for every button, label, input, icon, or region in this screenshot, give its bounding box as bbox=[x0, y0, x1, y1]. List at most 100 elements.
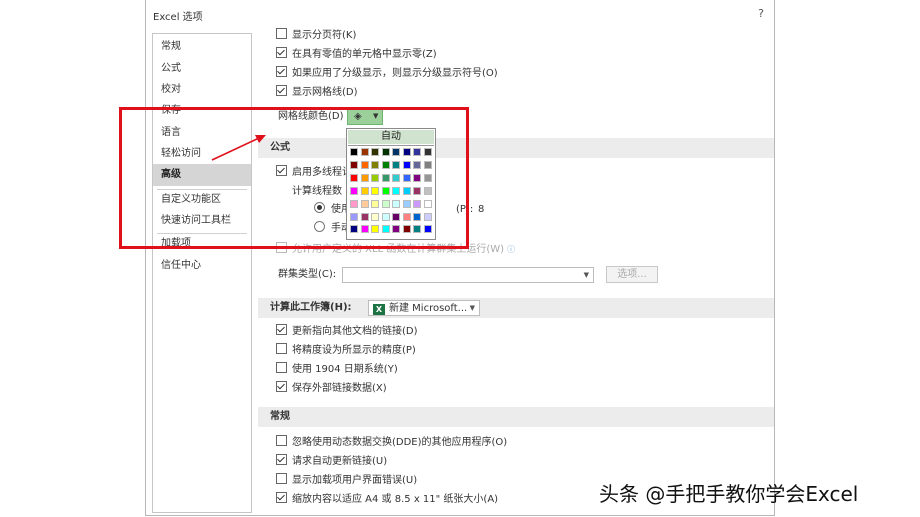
color-swatch[interactable] bbox=[423, 225, 432, 234]
update-links-option[interactable]: 更新指向其他文档的链接(D) bbox=[276, 324, 418, 340]
color-swatch[interactable] bbox=[423, 199, 432, 208]
save-links-option[interactable]: 保存外部链接数据(X) bbox=[276, 381, 387, 397]
color-swatch[interactable] bbox=[350, 160, 358, 169]
color-swatch[interactable] bbox=[392, 160, 400, 169]
color-swatch[interactable] bbox=[423, 148, 432, 156]
precision-option[interactable]: 将精度设为所显示的精度(P) bbox=[276, 343, 416, 359]
ignore-dde-option[interactable]: 忽略使用动态数据交换(DDE)的其他应用程序(O) bbox=[276, 435, 507, 451]
addin-errors-checkbox[interactable] bbox=[276, 473, 287, 484]
nav-item-save[interactable]: 保存 bbox=[153, 100, 251, 122]
color-swatch[interactable] bbox=[402, 186, 411, 195]
precision-checkbox[interactable] bbox=[276, 343, 287, 354]
nav-item-addins[interactable]: 加载项 bbox=[153, 233, 251, 255]
color-swatch[interactable] bbox=[402, 225, 411, 234]
nav-item-formulas[interactable]: 公式 bbox=[153, 58, 251, 80]
color-swatch[interactable] bbox=[392, 212, 400, 221]
save-links-checkbox[interactable] bbox=[276, 381, 287, 392]
nav-item-language[interactable]: 语言 bbox=[153, 122, 251, 144]
color-swatch[interactable] bbox=[360, 186, 369, 195]
color-swatch[interactable] bbox=[371, 199, 379, 208]
date1904-checkbox[interactable] bbox=[276, 362, 287, 373]
color-swatch[interactable] bbox=[423, 186, 432, 195]
color-swatch[interactable] bbox=[413, 148, 421, 156]
color-swatch[interactable] bbox=[413, 225, 421, 234]
color-swatch[interactable] bbox=[423, 212, 432, 221]
color-swatch[interactable] bbox=[360, 148, 369, 156]
color-swatch[interactable] bbox=[371, 148, 379, 156]
auto-update-links-checkbox[interactable] bbox=[276, 454, 287, 465]
outline-symbols-checkbox[interactable] bbox=[276, 66, 287, 77]
color-swatch[interactable] bbox=[350, 173, 358, 182]
scale-content-checkbox[interactable] bbox=[276, 492, 287, 503]
color-swatch[interactable] bbox=[381, 186, 390, 195]
color-swatch[interactable] bbox=[381, 212, 390, 221]
color-swatch[interactable] bbox=[392, 225, 400, 234]
color-swatch[interactable] bbox=[402, 160, 411, 169]
color-swatch[interactable] bbox=[402, 173, 411, 182]
color-swatch[interactable] bbox=[360, 173, 369, 182]
multithread-checkbox[interactable] bbox=[276, 165, 287, 176]
color-swatch[interactable] bbox=[392, 148, 400, 156]
color-swatch[interactable] bbox=[423, 160, 432, 169]
color-swatch[interactable] bbox=[360, 212, 369, 221]
addin-errors-option[interactable]: 显示加载项用户界面错误(U) bbox=[276, 473, 417, 489]
outline-symbols-option[interactable]: 如果应用了分级显示，则显示分级显示符号(O) bbox=[276, 66, 498, 82]
color-swatch[interactable] bbox=[381, 225, 390, 234]
color-swatch[interactable] bbox=[423, 173, 432, 182]
multithread-option[interactable]: 启用多线程计 bbox=[276, 165, 352, 181]
color-swatch[interactable] bbox=[392, 186, 400, 195]
color-swatch[interactable] bbox=[381, 199, 390, 208]
color-swatch[interactable] bbox=[350, 212, 358, 221]
gridline-color-button[interactable]: ◈ ▼ bbox=[347, 108, 383, 125]
use-all-processors-radio[interactable] bbox=[314, 202, 325, 213]
scale-content-option[interactable]: 缩放内容以适应 A4 或 8.5 x 11" 纸张大小(A) bbox=[276, 492, 498, 508]
color-swatch[interactable] bbox=[350, 186, 358, 195]
nav-item-advanced[interactable]: 高级 bbox=[153, 164, 251, 186]
page-breaks-checkbox[interactable] bbox=[276, 28, 287, 39]
color-swatch[interactable] bbox=[371, 173, 379, 182]
nav-item-quick-access-toolbar[interactable]: 快速访问工具栏 bbox=[153, 210, 251, 232]
color-swatch[interactable] bbox=[360, 225, 369, 234]
color-swatch[interactable] bbox=[371, 186, 379, 195]
color-swatch[interactable] bbox=[350, 225, 358, 234]
color-swatch[interactable] bbox=[413, 173, 421, 182]
color-swatch[interactable] bbox=[402, 212, 411, 221]
color-swatch[interactable] bbox=[413, 212, 421, 221]
zero-values-checkbox[interactable] bbox=[276, 47, 287, 58]
nav-item-accessibility[interactable]: 轻松访问 bbox=[153, 143, 251, 165]
color-swatch[interactable] bbox=[413, 186, 421, 195]
color-swatch[interactable] bbox=[413, 199, 421, 208]
nav-item-proofing[interactable]: 校对 bbox=[153, 79, 251, 101]
color-swatch[interactable] bbox=[402, 148, 411, 156]
nav-item-customize-ribbon[interactable]: 自定义功能区 bbox=[153, 189, 251, 211]
color-swatch[interactable] bbox=[402, 199, 411, 208]
color-swatch[interactable] bbox=[381, 148, 390, 156]
cluster-options-button[interactable]: 选项... bbox=[606, 266, 658, 283]
color-swatch[interactable] bbox=[350, 148, 358, 156]
palette-auto-option[interactable]: 自动 bbox=[348, 130, 434, 144]
color-swatch[interactable] bbox=[360, 160, 369, 169]
color-swatch[interactable] bbox=[392, 199, 400, 208]
manual-threads-radio[interactable] bbox=[314, 221, 325, 232]
cluster-type-select[interactable]: ▼ bbox=[342, 267, 594, 283]
color-swatch[interactable] bbox=[381, 160, 390, 169]
color-swatch[interactable] bbox=[371, 160, 379, 169]
auto-update-links-option[interactable]: 请求自动更新链接(U) bbox=[276, 454, 387, 470]
color-swatch[interactable] bbox=[392, 173, 400, 182]
color-swatch[interactable] bbox=[371, 225, 379, 234]
gridlines-checkbox[interactable] bbox=[276, 85, 287, 96]
page-breaks-option[interactable]: 显示分页符(K) bbox=[276, 28, 356, 44]
date1904-option[interactable]: 使用 1904 日期系统(Y) bbox=[276, 362, 398, 378]
ignore-dde-checkbox[interactable] bbox=[276, 435, 287, 446]
gridlines-option[interactable]: 显示网格线(D) bbox=[276, 85, 358, 101]
color-swatch[interactable] bbox=[350, 199, 358, 208]
nav-item-trust-center[interactable]: 信任中心 bbox=[153, 255, 251, 277]
color-swatch[interactable] bbox=[381, 173, 390, 182]
nav-item-general[interactable]: 常规 bbox=[153, 36, 251, 58]
color-swatch[interactable] bbox=[413, 160, 421, 169]
color-swatch[interactable] bbox=[360, 199, 369, 208]
zero-values-option[interactable]: 在具有零值的单元格中显示零(Z) bbox=[276, 47, 437, 63]
update-links-checkbox[interactable] bbox=[276, 324, 287, 335]
workbook-select[interactable]: X 新建 Microsoft... ▼ bbox=[368, 300, 480, 316]
color-swatch[interactable] bbox=[371, 212, 379, 221]
